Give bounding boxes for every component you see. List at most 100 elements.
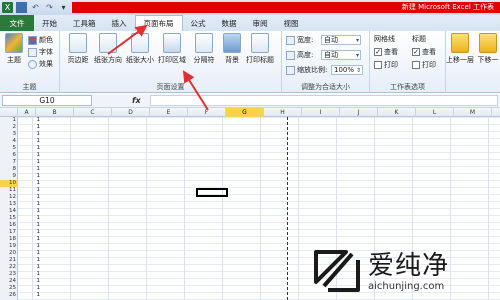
column-header-l[interactable]: L: [416, 108, 454, 117]
column-header-j[interactable]: J: [340, 108, 378, 117]
cell-a16[interactable]: 1: [30, 222, 41, 229]
cell-a26[interactable]: 1: [30, 292, 41, 299]
cell-a9[interactable]: 1: [30, 173, 41, 180]
tab-file[interactable]: 文件: [0, 15, 34, 31]
select-all-corner[interactable]: [0, 108, 18, 117]
margins-button[interactable]: 页边距: [66, 33, 90, 65]
column-header-d[interactable]: D: [112, 108, 150, 117]
cell-a2[interactable]: 1: [30, 124, 41, 131]
scale-input[interactable]: 100% ⇕: [331, 65, 363, 75]
bring-forward-button[interactable]: 上移一层: [446, 33, 474, 65]
cell-a7[interactable]: 1: [30, 159, 41, 166]
row-header-12[interactable]: 12: [0, 194, 18, 201]
effects-button[interactable]: 效果: [28, 59, 53, 69]
row-header-13[interactable]: 13: [0, 201, 18, 208]
row-header-9[interactable]: 9: [0, 173, 18, 180]
row-header-8[interactable]: 8: [0, 166, 18, 173]
tab-insert[interactable]: 插入: [104, 16, 135, 31]
cell-a13[interactable]: 1: [30, 201, 41, 208]
row-header-5[interactable]: 5: [0, 145, 18, 152]
tab-home[interactable]: 开始: [34, 16, 65, 31]
theme-button[interactable]: 主题: [2, 33, 26, 65]
undo-icon[interactable]: ↶: [30, 2, 41, 13]
cell-a17[interactable]: 1: [30, 229, 41, 236]
cell-a14[interactable]: 1: [30, 208, 41, 215]
print-area-button[interactable]: 打印区域: [158, 33, 186, 65]
orientation-button[interactable]: 纸张方向: [94, 33, 122, 65]
column-header-k[interactable]: K: [378, 108, 416, 117]
row-header-2[interactable]: 2: [0, 124, 18, 131]
row-header-10[interactable]: 10: [0, 180, 18, 187]
gridlines-print-checkbox[interactable]: 打印: [374, 60, 398, 70]
row-header-22[interactable]: 22: [0, 264, 18, 271]
column-header-e[interactable]: E: [150, 108, 188, 117]
column-header-i[interactable]: I: [302, 108, 340, 117]
width-select[interactable]: 自动 ▾: [321, 35, 361, 45]
cell-a15[interactable]: 1: [30, 215, 41, 222]
tab-view[interactable]: 视图: [276, 16, 307, 31]
cell-a4[interactable]: 1: [30, 138, 41, 145]
column-header-f[interactable]: F: [188, 108, 226, 117]
background-button[interactable]: 背景: [220, 33, 244, 65]
insert-function-icon[interactable]: fx: [132, 96, 141, 105]
column-header-b[interactable]: B: [36, 108, 74, 117]
row-header-21[interactable]: 21: [0, 257, 18, 264]
tab-review[interactable]: 审阅: [245, 16, 276, 31]
send-backward-button[interactable]: 下移一: [476, 33, 500, 65]
cell-a24[interactable]: 1: [30, 278, 41, 285]
headings-print-checkbox[interactable]: 打印: [412, 60, 436, 70]
fonts-button[interactable]: 字体: [28, 47, 53, 57]
row-header-15[interactable]: 15: [0, 215, 18, 222]
customize-icon[interactable]: ▾: [58, 2, 69, 13]
row-header-26[interactable]: 26: [0, 292, 18, 299]
row-header-11[interactable]: 11: [0, 187, 18, 194]
column-header-c[interactable]: C: [74, 108, 112, 117]
tab-page-layout[interactable]: 页面布局: [134, 15, 183, 31]
row-header-4[interactable]: 4: [0, 138, 18, 145]
save-icon[interactable]: [16, 2, 27, 13]
size-button[interactable]: 纸张大小: [126, 33, 154, 65]
tab-formulas[interactable]: 公式: [183, 16, 214, 31]
cell-a25[interactable]: 1: [30, 285, 41, 292]
row-header-24[interactable]: 24: [0, 278, 18, 285]
colors-button[interactable]: 颜色: [28, 35, 53, 45]
cell-a19[interactable]: 1: [30, 243, 41, 250]
cell-a10[interactable]: 1: [30, 180, 41, 187]
cell-a11[interactable]: 1: [30, 187, 41, 194]
cell-a6[interactable]: 1: [30, 152, 41, 159]
cell-a23[interactable]: 1: [30, 271, 41, 278]
selected-cell[interactable]: [196, 188, 228, 197]
print-titles-button[interactable]: 打印标题: [246, 33, 274, 65]
row-header-14[interactable]: 14: [0, 208, 18, 215]
height-select[interactable]: 自动 ▾: [321, 50, 361, 60]
column-header-a[interactable]: A: [18, 108, 36, 117]
cell-a22[interactable]: 1: [30, 264, 41, 271]
redo-icon[interactable]: ↷: [44, 2, 55, 13]
cell-a8[interactable]: 1: [30, 166, 41, 173]
column-header-m[interactable]: M: [454, 108, 492, 117]
column-header-g[interactable]: G: [226, 108, 264, 117]
row-header-17[interactable]: 17: [0, 229, 18, 236]
row-header-19[interactable]: 19: [0, 243, 18, 250]
row-header-3[interactable]: 3: [0, 131, 18, 138]
row-header-16[interactable]: 16: [0, 222, 18, 229]
row-header-20[interactable]: 20: [0, 250, 18, 257]
breaks-button[interactable]: 分隔符: [192, 33, 216, 65]
row-header-7[interactable]: 7: [0, 159, 18, 166]
headings-view-checkbox[interactable]: ✓ 查看: [412, 47, 436, 57]
cell-a12[interactable]: 1: [30, 194, 41, 201]
cell-a3[interactable]: 1: [30, 131, 41, 138]
gridlines-view-checkbox[interactable]: ✓ 查看: [374, 47, 398, 57]
row-header-1[interactable]: 1: [0, 117, 18, 124]
row-header-6[interactable]: 6: [0, 152, 18, 159]
column-header-h[interactable]: H: [264, 108, 302, 117]
row-header-18[interactable]: 18: [0, 236, 18, 243]
row-header-25[interactable]: 25: [0, 285, 18, 292]
cell-a20[interactable]: 1: [30, 250, 41, 257]
tab-data[interactable]: 数据: [214, 16, 245, 31]
formula-input[interactable]: [150, 95, 498, 106]
cell-a18[interactable]: 1: [30, 236, 41, 243]
tab-toolbox[interactable]: 工具箱: [65, 16, 104, 31]
cell-a21[interactable]: 1: [30, 257, 41, 264]
name-box[interactable]: G10: [2, 95, 92, 106]
